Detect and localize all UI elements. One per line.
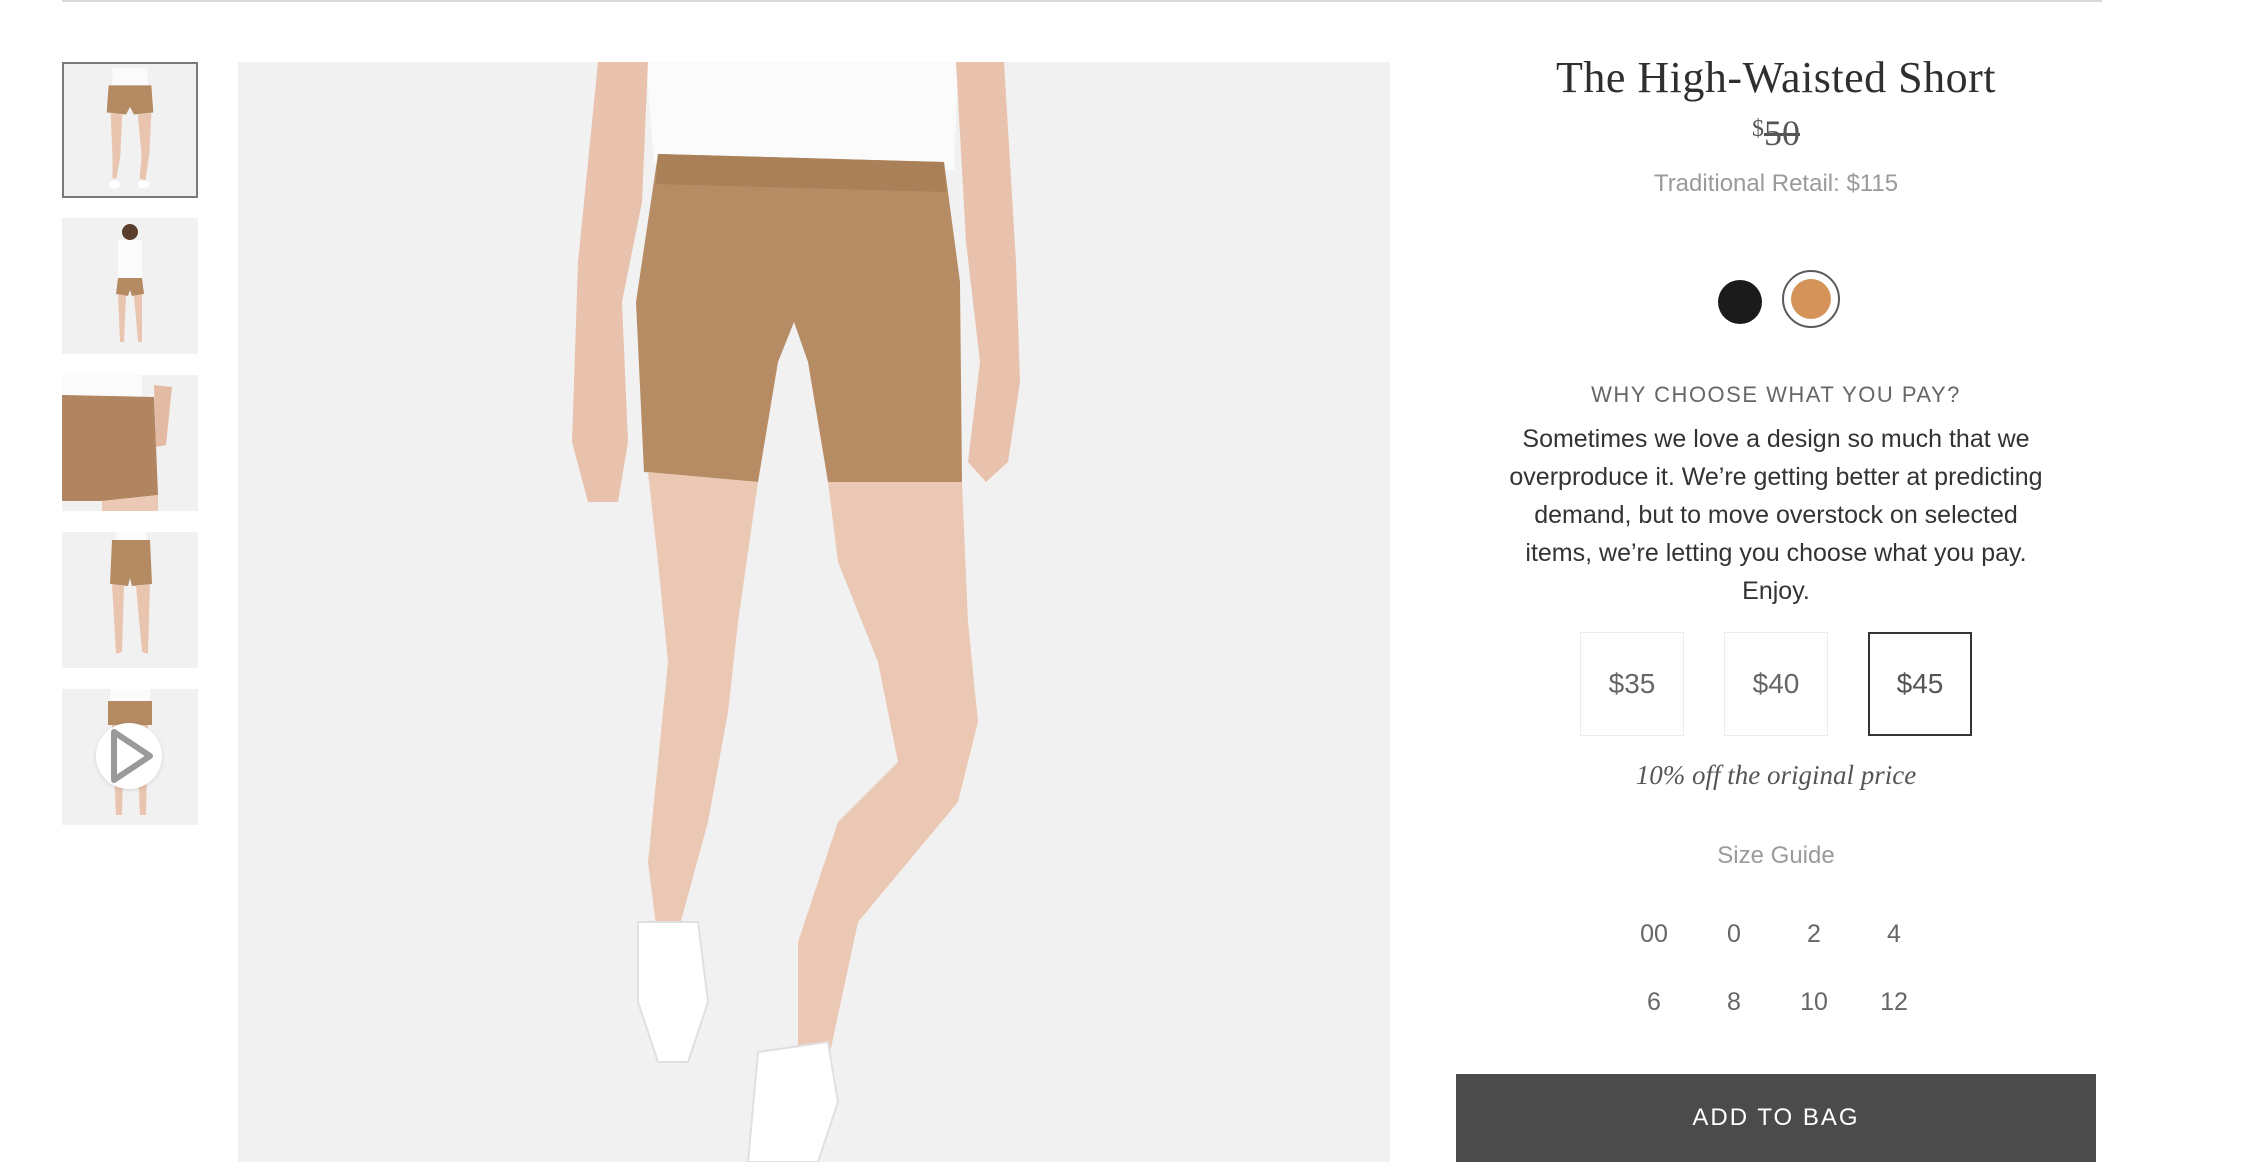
product-info-panel: The High-Waisted Short $50 Traditional R… <box>1456 0 2096 1162</box>
choose-what-you-pay-description: Sometimes we love a design so much that … <box>1509 425 2043 605</box>
traditional-retail-price: Traditional Retail: $115 <box>1653 170 1899 197</box>
thumbnail-full-body-image <box>62 218 198 354</box>
size-guide-link[interactable]: Size Guide <box>1456 842 2096 870</box>
size-option-4[interactable]: 4 <box>1864 914 1924 954</box>
original-price-amount: 50 <box>1764 113 1800 153</box>
product-title: The High-Waisted Short <box>1555 53 1997 102</box>
thumbnail-back-image <box>62 532 198 668</box>
size-option-12[interactable]: 12 <box>1864 982 1924 1022</box>
product-photo <box>238 62 1390 1162</box>
pay-option-45[interactable]: $45 <box>1868 632 1972 736</box>
add-to-bag-button[interactable]: ADD TO BAG <box>1456 1074 2096 1162</box>
thumbnail-video[interactable] <box>62 689 198 825</box>
size-option-2[interactable]: 2 <box>1784 914 1844 954</box>
thumbnail-front[interactable] <box>62 62 198 198</box>
size-option-6[interactable]: 6 <box>1624 982 1684 1022</box>
pay-option-40[interactable]: $40 <box>1724 632 1828 736</box>
color-swatch-black[interactable] <box>1718 280 1762 324</box>
play-icon <box>111 729 153 783</box>
original-price: $50 <box>1456 112 2096 154</box>
thumbnail-front-image <box>64 64 196 196</box>
size-option-8[interactable]: 8 <box>1704 982 1764 1022</box>
thumbnail-full-body[interactable] <box>62 218 198 354</box>
size-option-10[interactable]: 10 <box>1784 982 1844 1022</box>
thumbnail-side-pocket[interactable] <box>62 375 198 511</box>
color-swatch-tan[interactable] <box>1791 279 1831 319</box>
play-video-button[interactable] <box>96 723 162 789</box>
thumbnail-side-pocket-image <box>62 375 198 511</box>
thumbnail-back[interactable] <box>62 532 198 668</box>
discount-note: 10% off the original price <box>1635 760 1917 790</box>
size-option-0[interactable]: 0 <box>1704 914 1764 954</box>
choose-what-you-pay-heading: WHY CHOOSE WHAT YOU PAY? <box>1591 382 1961 407</box>
main-product-image <box>238 62 1390 1162</box>
currency-symbol: $ <box>1752 116 1764 142</box>
pay-option-35[interactable]: $35 <box>1580 632 1684 736</box>
size-option-00[interactable]: 00 <box>1624 914 1684 954</box>
